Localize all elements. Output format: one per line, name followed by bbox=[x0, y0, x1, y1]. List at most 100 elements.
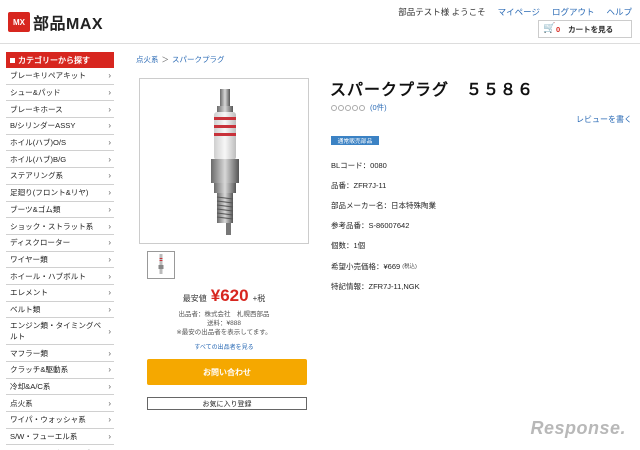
sidebar-item[interactable]: シュー&パッド › bbox=[6, 85, 114, 102]
sidebar-item-label: シュー&パッド bbox=[10, 88, 61, 98]
rating: (0件) bbox=[331, 102, 387, 113]
price-line: 最安値 ¥620 +税 bbox=[139, 286, 309, 306]
rating-star-icon bbox=[331, 104, 337, 111]
spec-msrp-tax: (税込) bbox=[402, 264, 417, 271]
sidebar-item-label: 足廻り(フロント&リヤ) bbox=[10, 188, 89, 198]
sidebar-item-label: ホイル(ハブ)O/S bbox=[10, 138, 67, 148]
sidebar-item[interactable]: ホイル(ハブ)B/G › bbox=[6, 151, 114, 169]
shipping-fee: 送料：¥888 bbox=[207, 320, 241, 327]
price-value: ¥620 bbox=[210, 286, 249, 305]
sidebar-item[interactable]: S/W・フューエル系 › bbox=[6, 429, 114, 446]
top-nav: 部品テスト様 ようこそ マイページ ログアウト ヘルプ bbox=[398, 6, 632, 18]
site-header: MX 部品MAX 部品テスト様 ようこそ マイページ ログアウト ヘルプ 🛒 0… bbox=[0, 0, 640, 44]
sidebar-item[interactable]: クラッチ&駆動系 › bbox=[6, 362, 114, 379]
square-icon bbox=[10, 57, 15, 63]
chevron-right-icon: › bbox=[108, 348, 111, 358]
cart-count: 0 bbox=[556, 24, 561, 34]
sidebar-item-label: エンジン類・タイミングベルト bbox=[10, 321, 102, 342]
sidebar-item-label: ステアリング系 bbox=[10, 171, 64, 181]
chevron-right-icon: › bbox=[108, 271, 111, 281]
breadcrumb-item[interactable]: スパークプラグ bbox=[172, 55, 225, 64]
spec-msrp-row: 希望小売価格：¥669 (税込) bbox=[331, 256, 436, 276]
sidebar-item[interactable]: ホイル(ハブ)O/S › bbox=[6, 135, 114, 152]
add-favorite-button[interactable]: お気に入り登録 bbox=[147, 397, 307, 410]
sidebar-item[interactable]: ブレーキリペアキット › bbox=[6, 68, 114, 85]
chevron-right-icon: › bbox=[108, 365, 111, 375]
spec-quantity: 個数：1個 bbox=[331, 241, 366, 251]
spec-bl-code: BLコード：0080 bbox=[331, 160, 387, 170]
chevron-right-icon: › bbox=[108, 238, 111, 248]
sidebar-item[interactable]: ワイヤー類 › bbox=[6, 252, 114, 269]
tax-label: +税 bbox=[252, 294, 266, 303]
cart-label: カートを見る bbox=[568, 24, 614, 34]
sidebar-item-label: ブレーキリペアキット bbox=[10, 71, 86, 81]
sidebar-item-label: ワイパ・ウォッシャ系 bbox=[10, 415, 86, 425]
chevron-right-icon: › bbox=[108, 138, 111, 148]
nav-help[interactable]: ヘルプ bbox=[606, 6, 632, 18]
sidebar-item-label: ショック・ストラット系 bbox=[10, 221, 94, 231]
status-badge: 通常販売部品 bbox=[331, 136, 379, 145]
site-logo[interactable]: MX 部品MAX bbox=[8, 10, 103, 34]
spec-list: BLコード：0080 品番：ZFR7J-11 部品メーカー名：日本特殊陶業 参考… bbox=[331, 155, 436, 296]
sidebar-item-label: ホイール・ハブボルト bbox=[10, 271, 86, 281]
rating-count[interactable]: (0件) bbox=[370, 102, 387, 113]
spec-reference-number: 参考品番：S-86007642 bbox=[331, 221, 410, 231]
sidebar-item[interactable]: ディスクローター › bbox=[6, 235, 114, 252]
chevron-right-icon: › bbox=[108, 171, 111, 181]
chevron-right-icon: › bbox=[108, 288, 111, 298]
rating-star-icon bbox=[352, 104, 358, 111]
sidebar-item[interactable]: ステアリング系 › bbox=[6, 168, 114, 185]
chevron-right-icon: › bbox=[108, 221, 111, 231]
sidebar-item[interactable]: ブーツ&ゴム類 › bbox=[6, 202, 114, 219]
sidebar-item-label: 冷却&A/C系 bbox=[10, 382, 51, 392]
spark-plug-thumb bbox=[158, 254, 164, 274]
sidebar-item-label: ディスクローター bbox=[10, 238, 71, 248]
spec-notes: 特記情報：ZFR7J-11,NGK bbox=[331, 281, 420, 291]
nav-logout[interactable]: ログアウト bbox=[552, 6, 595, 18]
sidebar-item[interactable]: ブレーキホース › bbox=[6, 101, 114, 119]
spark-plug-image bbox=[211, 89, 239, 235]
chevron-right-icon: › bbox=[108, 254, 111, 264]
price-label: 最安値 bbox=[182, 294, 207, 303]
sidebar-item-label: ブーツ&ゴム類 bbox=[10, 204, 61, 214]
sidebar-item[interactable]: 足廻り(フロント&リヤ) › bbox=[6, 185, 114, 202]
sidebar-item-label: ホイル(ハブ)B/G bbox=[10, 154, 67, 164]
sidebar-title: カテゴリーから探す bbox=[18, 55, 90, 65]
sidebar-item[interactable]: マフラー類 › bbox=[6, 345, 114, 362]
inquire-button[interactable]: お問い合わせ bbox=[147, 359, 307, 385]
chevron-right-icon: › bbox=[108, 188, 111, 198]
chevron-right-icon: › bbox=[108, 432, 111, 442]
sidebar-item[interactable]: ホイール・ハブボルト › bbox=[6, 268, 114, 285]
product-image bbox=[139, 78, 309, 244]
chevron-right-icon: › bbox=[108, 121, 111, 131]
chevron-right-icon: › bbox=[108, 304, 111, 314]
category-sidebar: カテゴリーから探す ブレーキリペアキット › シュー&パッド › ブレーキホース › B/シ… bbox=[6, 52, 114, 450]
chevron-right-icon: › bbox=[108, 382, 111, 392]
sidebar-item-label: ブレーキホース bbox=[10, 104, 63, 114]
sidebar-item[interactable]: ベルト類 › bbox=[6, 302, 114, 319]
seller-info: 出品者：株式会社 札幌西部品 送料：¥888 ※最安の出品者を表示してます。 bbox=[139, 310, 309, 337]
nav-mypage[interactable]: マイページ bbox=[498, 6, 540, 18]
sidebar-item[interactable]: 点火系 › bbox=[6, 395, 114, 413]
all-sellers-link[interactable]: すべての出品者を見る bbox=[139, 342, 309, 351]
sidebar-item-label: エレメント bbox=[10, 288, 48, 298]
rating-star-icon bbox=[338, 104, 344, 111]
price-area: 最安値 ¥620 +税 出品者：株式会社 札幌西部品 送料：¥888 ※最安の出… bbox=[139, 286, 309, 351]
sidebar-header: カテゴリーから探す bbox=[6, 52, 114, 68]
sidebar-item-label: クラッチ&駆動系 bbox=[10, 365, 69, 375]
cart-button[interactable]: 🛒 0 カートを見る bbox=[538, 20, 632, 38]
sidebar-item[interactable]: エンジン類・タイミングベルト › bbox=[6, 318, 114, 346]
sidebar-item[interactable]: ワイパ・ウォッシャ系 › bbox=[6, 412, 114, 429]
chevron-right-icon: › bbox=[108, 326, 111, 336]
sidebar-item[interactable]: 冷却&A/C系 › bbox=[6, 379, 114, 396]
spec-part-number: 品番：ZFR7J-11 bbox=[331, 180, 387, 190]
sidebar-item[interactable]: B/シリンダーASSY › bbox=[6, 118, 114, 135]
product-thumbnail[interactable] bbox=[147, 251, 175, 279]
chevron-right-icon: › bbox=[108, 154, 111, 164]
chevron-right-icon: › bbox=[108, 71, 111, 81]
sidebar-item[interactable]: ドアP/Wモーター&レギュ› bbox=[6, 445, 114, 450]
sidebar-item[interactable]: エレメント › bbox=[6, 285, 114, 302]
write-review-link[interactable]: レビューを書く bbox=[576, 114, 632, 125]
sidebar-item[interactable]: ショック・ストラット系 › bbox=[6, 218, 114, 235]
breadcrumb-item[interactable]: 点火系 bbox=[136, 55, 159, 64]
